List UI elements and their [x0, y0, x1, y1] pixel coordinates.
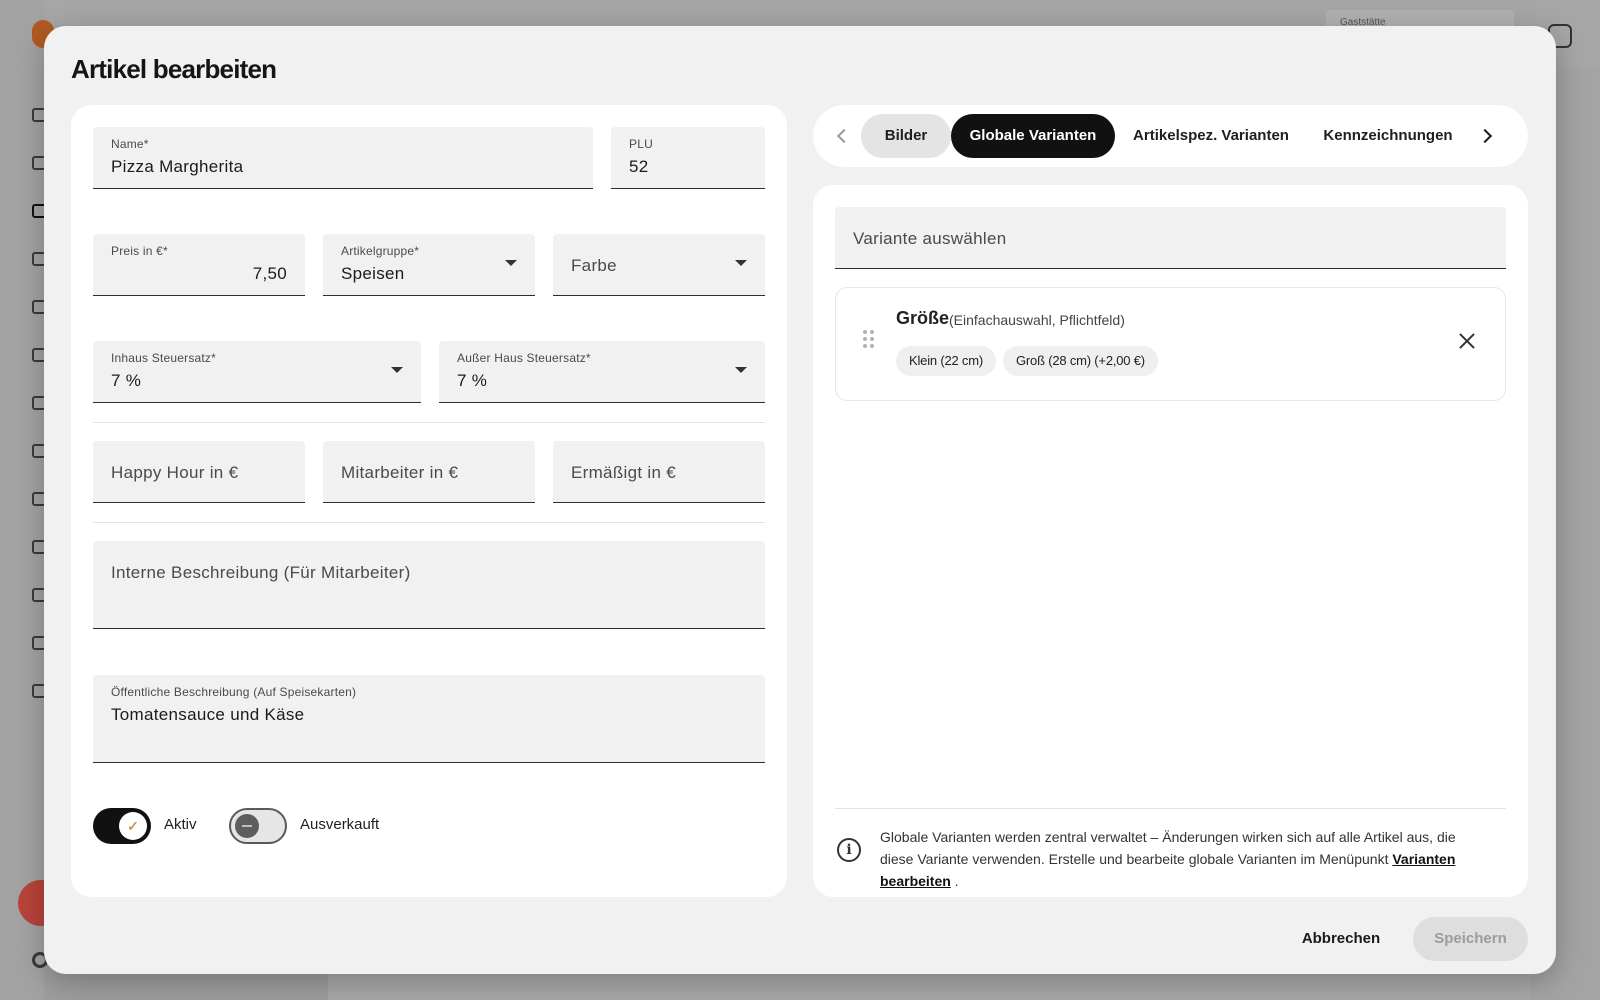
public-description-field[interactable]: Öffentliche Beschreibung (Auf Speisekart… [93, 675, 765, 763]
reduced-price-field[interactable]: Ermäßigt in € [553, 441, 765, 503]
info-suffix: . [954, 873, 959, 889]
tabs-bar: Bilder Globale Varianten Artikelspez. Va… [813, 105, 1528, 167]
happy-hour-field[interactable]: Happy Hour in € [93, 441, 305, 503]
name-value: Pizza Margherita [111, 157, 244, 176]
active-toggle[interactable]: ✓ [93, 808, 151, 844]
staff-price-field[interactable]: Mitarbeiter in € [323, 441, 535, 503]
inhouse-tax-select[interactable]: Inhaus Steuersatz* 7 % [93, 341, 421, 403]
staff-price-placeholder: Mitarbeiter in € [341, 463, 459, 482]
form-divider [93, 522, 765, 523]
tab-article-variants[interactable]: Artikelspez. Varianten [1123, 114, 1299, 158]
soldout-toggle-label: Ausverkauft [300, 816, 380, 833]
takeaway-tax-value: 7 % [457, 371, 488, 390]
plu-field[interactable]: PLU 52 [611, 127, 765, 189]
dialog-title: Artikel bearbeiten [71, 54, 277, 84]
takeaway-tax-select[interactable]: Außer Haus Steuersatz* 7 % [439, 341, 765, 403]
minus-icon [235, 814, 259, 838]
article-group-label: Artikelgruppe* [341, 244, 420, 258]
price-label: Preis in €* [111, 244, 168, 258]
happy-hour-placeholder: Happy Hour in € [111, 463, 239, 482]
info-text: Globale Varianten werden zentral verwalt… [880, 826, 1490, 892]
article-group-select[interactable]: Artikelgruppe* Speisen [323, 234, 535, 296]
variant-option-chip: Groß (28 cm) (+2,00 €) [1003, 346, 1158, 376]
tab-global-variants[interactable]: Globale Varianten [951, 114, 1115, 158]
reduced-price-placeholder: Ermäßigt in € [571, 463, 676, 482]
variant-select-placeholder: Variante auswählen [853, 229, 1007, 248]
variant-option-chip: Klein (22 cm) [896, 346, 996, 376]
chevron-right-icon[interactable] [1477, 128, 1493, 144]
drag-handle-icon[interactable] [863, 330, 875, 350]
inhouse-tax-value: 7 % [111, 371, 142, 390]
name-label: Name* [111, 137, 149, 151]
soldout-toggle[interactable] [229, 808, 287, 844]
chevron-left-icon[interactable] [836, 128, 852, 144]
info-message: Globale Varianten werden zentral verwalt… [880, 829, 1456, 867]
name-field[interactable]: Name* Pizza Margherita [93, 127, 593, 189]
dropdown-caret-icon [735, 367, 747, 373]
article-group-value: Speisen [341, 264, 405, 283]
dropdown-caret-icon [505, 260, 517, 266]
dropdown-caret-icon [735, 260, 747, 266]
active-toggle-label: Aktiv [164, 816, 197, 833]
plu-value: 52 [629, 157, 649, 176]
global-variants-card: Variante auswählen Größe (Einfachauswahl… [813, 185, 1528, 897]
takeaway-tax-label: Außer Haus Steuersatz* [457, 351, 591, 365]
tab-images[interactable]: Bilder [861, 114, 951, 158]
edit-article-dialog: Artikel bearbeiten Name* Pizza Margherit… [44, 26, 1556, 974]
public-description-value: Tomatensauce und Käse [111, 705, 305, 724]
cancel-button[interactable]: Abbrechen [1292, 917, 1390, 961]
info-divider [835, 808, 1506, 809]
variant-select[interactable]: Variante auswählen [835, 207, 1506, 269]
article-form-card: Name* Pizza Margherita PLU 52 Preis in €… [71, 105, 787, 897]
public-description-label: Öffentliche Beschreibung (Auf Speisekart… [111, 685, 357, 699]
price-value: 7,50 [252, 264, 287, 283]
plu-label: PLU [629, 137, 653, 151]
inhouse-tax-label: Inhaus Steuersatz* [111, 351, 216, 365]
internal-description-field[interactable]: Interne Beschreibung (Für Mitarbeiter) [93, 541, 765, 629]
variant-title: Größe [896, 308, 950, 328]
price-field[interactable]: Preis in €* 7,50 [93, 234, 305, 296]
info-icon: i [837, 838, 861, 862]
internal-description-placeholder: Interne Beschreibung (Für Mitarbeiter) [111, 563, 411, 582]
save-button[interactable]: Speichern [1413, 917, 1528, 961]
close-icon[interactable] [1457, 331, 1477, 351]
check-icon: ✓ [119, 812, 147, 840]
color-placeholder: Farbe [571, 256, 617, 275]
tab-labels[interactable]: Kennzeichnungen [1313, 114, 1463, 158]
form-divider [93, 422, 765, 423]
dropdown-caret-icon [391, 367, 403, 373]
variant-subtitle: (Einfachauswahl, Pflichtfeld) [949, 312, 1125, 328]
color-select[interactable]: Farbe [553, 234, 765, 296]
variant-item: Größe (Einfachauswahl, Pflichtfeld) Klei… [835, 287, 1506, 401]
